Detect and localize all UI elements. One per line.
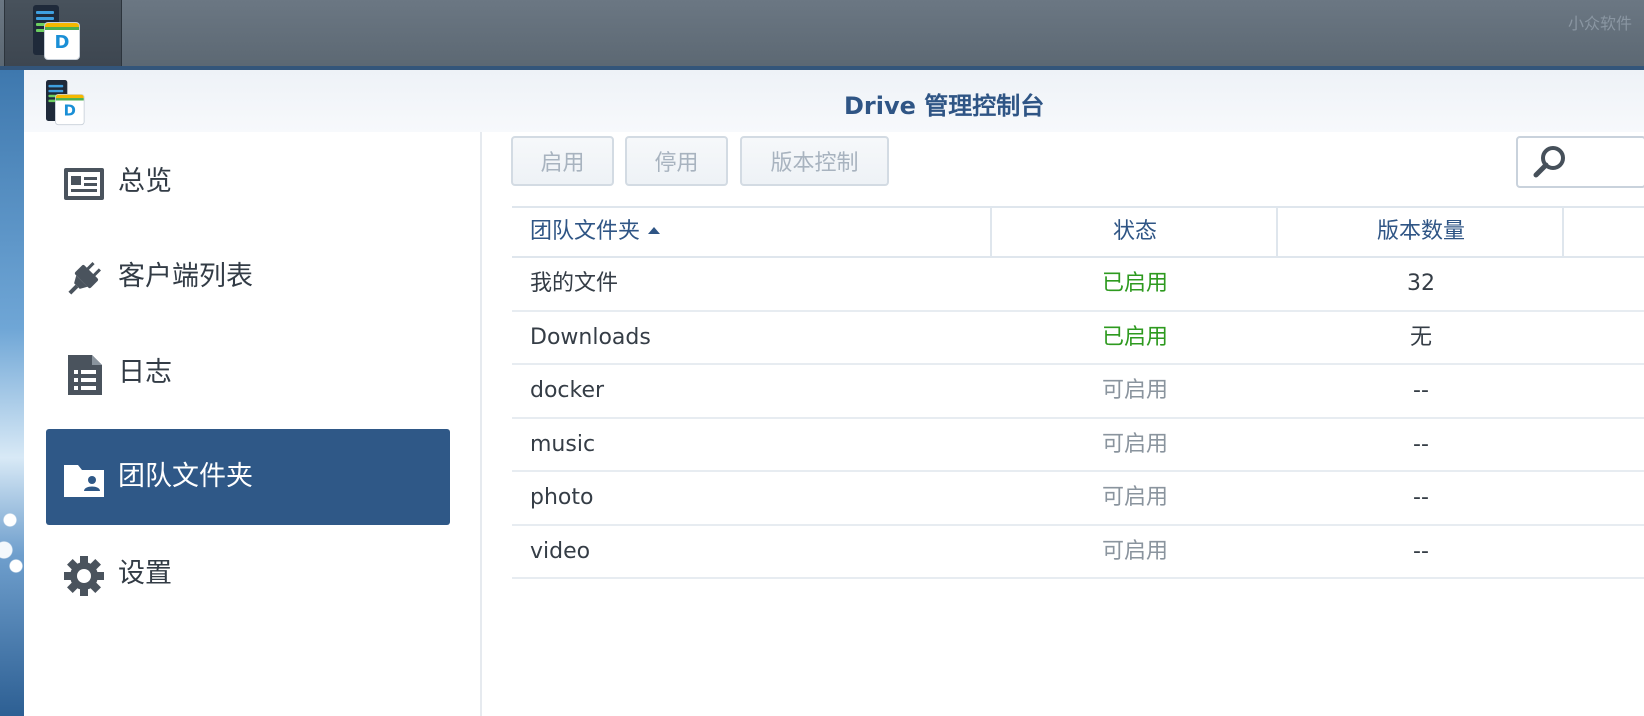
table-row[interactable]: 我的文件 已启用 32 [512,258,1644,312]
folder-name: music [530,431,596,457]
sidebar-item-clients[interactable]: 客户端列表 [46,229,450,325]
column-header-versions[interactable]: 版本数量 [1276,208,1564,256]
taskbar: D 小众软件 [0,0,1644,70]
folder-name: Downloads [530,324,651,350]
sidebar-item-label: 总览 [118,166,172,197]
sidebar-item-label: 团队文件夹 [118,461,253,492]
column-header-extra [1562,208,1644,256]
version-count: 无 [1409,324,1432,350]
sidebar-item-label: 客户端列表 [118,261,253,292]
sort-ascending-icon [648,226,661,234]
folder-name: docker [530,378,605,403]
table-row[interactable]: video 可启用 -- [512,526,1644,579]
folder-status: 可启用 [1101,378,1168,403]
overview-card-icon [64,168,104,200]
log-document-icon [68,355,102,395]
column-header-folder[interactable]: 团队文件夹 [530,208,990,256]
version-count: -- [1413,538,1429,564]
enable-button[interactable]: 启用 [511,136,614,186]
folder-status: 已启用 [1101,271,1168,296]
taskbar-app-button[interactable]: D [4,0,122,66]
folder-status: 可启用 [1101,485,1168,510]
folder-name: video [530,538,591,564]
team-folder-icon [64,465,104,497]
sidebar-item-logs[interactable]: 日志 [46,325,450,421]
table-row[interactable]: photo 可启用 -- [512,472,1644,526]
version-control-button[interactable]: 版本控制 [740,136,889,186]
table-row[interactable]: docker 可启用 -- [512,365,1644,419]
table-row[interactable]: Downloads 已启用 无 [512,312,1644,365]
version-count: -- [1413,378,1429,403]
version-count: -- [1413,485,1429,510]
window-title: Drive 管理控制台 [844,92,1045,120]
folder-status: 可启用 [1101,431,1168,457]
column-header-label: 团队文件夹 [530,219,641,244]
folder-name: 我的文件 [530,271,619,296]
version-count: 32 [1407,271,1435,296]
table-header: 团队文件夹 状态 版本数量 [512,206,1644,258]
gear-icon [64,556,104,596]
sidebar-item-overview[interactable]: 总览 [46,134,450,230]
disable-button[interactable]: 停用 [625,136,728,186]
sidebar-item-label: 设置 [118,558,172,589]
version-count: -- [1413,431,1429,457]
watermark-text: 小众软件 [1567,14,1632,33]
folder-status: 可启用 [1101,538,1168,564]
sidebar-item-settings[interactable]: 设置 [46,526,450,622]
table-row[interactable]: music 可启用 -- [512,419,1644,472]
sidebar: 总览 客户端列表 日志 团队文件夹 设置 [24,132,482,716]
main-panel: 启用 停用 版本控制 团队文件夹 状态 版本数量 我的文件 已启用 32 Dow… [482,132,1644,716]
plug-icon [68,262,101,295]
folder-status: 已启用 [1101,324,1168,350]
search-input[interactable] [1516,136,1644,188]
team-folder-table: 团队文件夹 状态 版本数量 我的文件 已启用 32 Downloads 已启用 … [512,206,1644,579]
drive-admin-window: D Drive 管理控制台 总览 客户端列表 日志 团队文件夹 设置 启用 停用… [24,70,1644,716]
sidebar-item-team-folder[interactable]: 团队文件夹 [46,429,450,525]
folder-name: photo [530,485,594,510]
desktop-wallpaper [0,70,24,716]
sidebar-item-label: 日志 [118,357,172,388]
desktop: D 小众软件 D Drive 管理控制台 总览 客户端列表 日志 团队文件夹 设… [0,0,1644,716]
search-icon[interactable] [1532,144,1568,180]
window-titlebar[interactable]: D Drive 管理控制台 [24,70,1644,132]
column-header-status[interactable]: 状态 [990,208,1278,256]
